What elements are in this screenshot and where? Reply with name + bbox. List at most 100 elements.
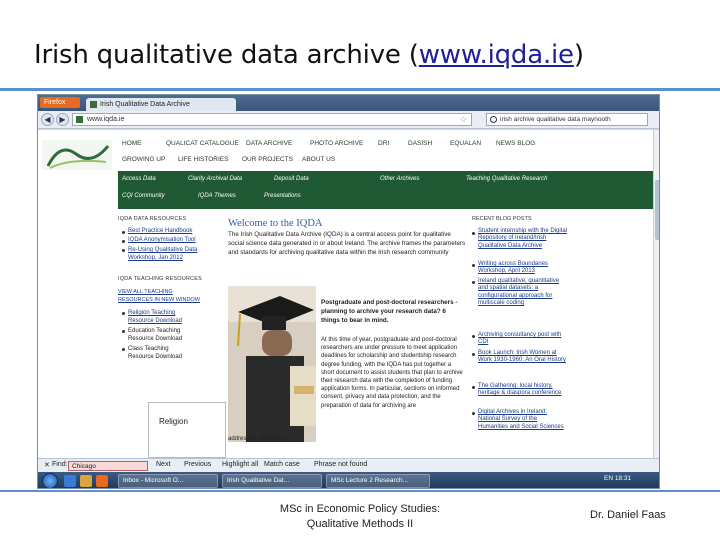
teaching-class[interactable]: Class Teaching Resource Download: [128, 345, 192, 361]
browser-titlebar: Firefox Irish Qualitative Data Archive: [38, 95, 659, 111]
nav-presentations[interactable]: Presentations: [264, 193, 301, 199]
teaching-education[interactable]: Education Teaching Resource Download: [128, 327, 192, 343]
bookmark-star-icon[interactable]: ☆: [460, 114, 467, 126]
task-firefox[interactable]: Irish Qualitative Dat...: [222, 474, 322, 488]
browser-tab[interactable]: Irish Qualitative Data Archive: [86, 98, 236, 111]
menu-data-archive[interactable]: DATA ARCHIVE: [246, 140, 292, 147]
religion-thumbnail[interactable]: Religion: [148, 402, 226, 458]
bullet: [472, 386, 475, 389]
menu-equalan[interactable]: EQUALAN: [450, 140, 481, 147]
footer-author: Dr. Daniel Faas: [590, 509, 666, 521]
find-next-button[interactable]: Next: [156, 461, 170, 468]
bullet: [122, 249, 125, 252]
bullet: [472, 232, 475, 235]
highlight-all-button[interactable]: Highlight all: [222, 461, 258, 468]
bullet: [472, 264, 475, 267]
menu-life-histories[interactable]: LIFE HISTORIES: [178, 156, 228, 163]
bullet: [472, 412, 475, 415]
browser-navbar: ◀ ▶ www.iqda.ie ☆ irish archive qualitat…: [38, 111, 659, 129]
resource-handbook[interactable]: Best Practice Handbook: [128, 228, 192, 234]
blog-post[interactable]: The Gathering: local history, heritage &…: [478, 383, 568, 398]
blog-post[interactable]: Ireland qualitative, quantitative and sp…: [478, 278, 568, 308]
search-icon: [490, 116, 497, 123]
windows-taskbar: Inbox - Microsoft O... Irish Qualitative…: [38, 472, 659, 488]
bottom-rule: [0, 490, 720, 492]
menu-dri[interactable]: DRI: [378, 140, 389, 147]
system-tray[interactable]: EN 18:31: [604, 475, 631, 482]
title-link[interactable]: www.iqda.ie: [419, 40, 574, 70]
welcome-heading: Welcome to the IQDA: [228, 218, 323, 229]
menu-qualicat[interactable]: QUALICAT CATALOGUE: [166, 140, 239, 147]
close-icon[interactable]: ✕: [44, 461, 50, 469]
teaching-header: IQDA TEACHING RESOURCES: [118, 276, 202, 282]
top-rule: [0, 88, 720, 91]
footer-course-line1: MSc in Economic Policy Studies:: [279, 503, 441, 515]
back-arrow-icon[interactable]: ◀: [41, 113, 54, 126]
browser-screenshot: Firefox Irish Qualitative Data Archive ◀…: [37, 94, 660, 489]
firefox-icon[interactable]: [96, 475, 108, 487]
teaching-view-all-link[interactable]: VIEW ALL TEACHING RESOURCES IN NEW WINDO…: [118, 288, 204, 304]
nav-clarity-archival[interactable]: Clarity Archival Data: [188, 176, 242, 182]
menu-dasish[interactable]: DASISH: [408, 140, 432, 147]
iqda-logo-icon[interactable]: [40, 136, 116, 174]
url-text: www.iqda.ie: [87, 116, 125, 123]
nav-access-data[interactable]: Access Data: [122, 176, 156, 182]
nav-other-archives[interactable]: Other Archives: [380, 176, 419, 182]
bullet: [122, 348, 125, 351]
find-previous-button[interactable]: Previous: [184, 461, 211, 468]
recent-posts-header: RECENT BLOG POSTS: [472, 216, 532, 222]
postgraduate-heading[interactable]: Postgraduate and post-doctoral researche…: [321, 298, 466, 325]
intro-text: The Irish Qualitative Data Archive (IQDA…: [228, 231, 466, 256]
footer-course-line2: Qualitative Methods II: [306, 518, 414, 530]
bullet: [472, 335, 475, 338]
blog-post[interactable]: Book Launch: Irish Women at Work 1930-19…: [478, 350, 568, 365]
bullet: [122, 330, 125, 333]
page-scrollbar[interactable]: [653, 130, 659, 458]
search-bar[interactable]: irish archive qualitative data maynooth: [486, 113, 648, 126]
menu-growing-up[interactable]: GROWING UP: [122, 156, 165, 163]
match-case-checkbox[interactable]: Match case: [264, 461, 300, 468]
not-found-message: Phrase not found: [314, 461, 368, 468]
nav-deposit-data[interactable]: Deposit Data: [274, 176, 309, 182]
bullet: [472, 353, 475, 356]
task-powerpoint[interactable]: MSc Lecture 2 Research...: [326, 474, 430, 488]
explorer-icon[interactable]: [80, 475, 92, 487]
postgraduate-body: At this time of year, postgraduate and p…: [321, 337, 463, 409]
menu-news-blog[interactable]: NEWS BLOG: [496, 140, 535, 147]
slide-title: Irish qualitative data archive (www.iqda…: [34, 40, 584, 70]
find-bar: ✕ Find: Chicago Next Previous Highlight …: [38, 458, 659, 472]
blog-post[interactable]: Student internship with the Digital Repo…: [478, 228, 568, 250]
firefox-menu-button[interactable]: Firefox: [40, 97, 80, 108]
blog-post[interactable]: Digital Archives in Ireland: National Su…: [478, 409, 568, 431]
bullet: [472, 281, 475, 284]
nav-cqi-community[interactable]: CQI Community: [122, 193, 165, 199]
menu-our-projects[interactable]: OUR PROJECTS: [242, 156, 293, 163]
ie-icon[interactable]: [64, 475, 76, 487]
teaching-religion[interactable]: Religion Teaching Resource Download: [128, 309, 192, 325]
web-page: HOME QUALICAT CATALOGUE DATA ARCHIVE PHO…: [38, 130, 653, 458]
find-label: Find:: [52, 461, 68, 468]
blog-post[interactable]: Writing across Boundaries Workshop, Apri…: [478, 261, 568, 276]
menu-home[interactable]: HOME: [122, 140, 142, 147]
url-bar[interactable]: www.iqda.ie ☆: [72, 113, 472, 126]
search-text: irish archive qualitative data maynooth: [500, 116, 611, 123]
task-outlook[interactable]: Inbox - Microsoft O...: [118, 474, 218, 488]
see-more-text[interactable]: addressed. See more ...: [228, 436, 292, 442]
resource-anonymisation[interactable]: IQDA Anonymisation Tool: [128, 237, 196, 243]
start-button-icon[interactable]: [42, 473, 58, 488]
menu-photo-archive[interactable]: PHOTO ARCHIVE: [310, 140, 363, 147]
forward-arrow-icon[interactable]: ▶: [56, 113, 69, 126]
bullet: [122, 240, 125, 243]
blog-post[interactable]: Archiving consultancy post with CDI: [478, 332, 568, 347]
religion-label: Religion: [159, 417, 188, 426]
menu-about-us[interactable]: ABOUT US: [302, 156, 335, 163]
nav-teaching-qualitative[interactable]: Teaching Qualitative Research: [466, 176, 548, 182]
scrollbar-thumb[interactable]: [655, 180, 659, 240]
bullet: [122, 231, 125, 234]
nav-iqda-themes[interactable]: IQDA Themes: [198, 193, 236, 199]
graduate-photo: [228, 286, 316, 442]
favicon-icon: [76, 116, 83, 123]
bullet: [122, 312, 125, 315]
resource-workshop[interactable]: Re-Using Qualitative Data Workshop, Jan …: [128, 246, 212, 262]
find-input[interactable]: Chicago: [68, 461, 148, 471]
